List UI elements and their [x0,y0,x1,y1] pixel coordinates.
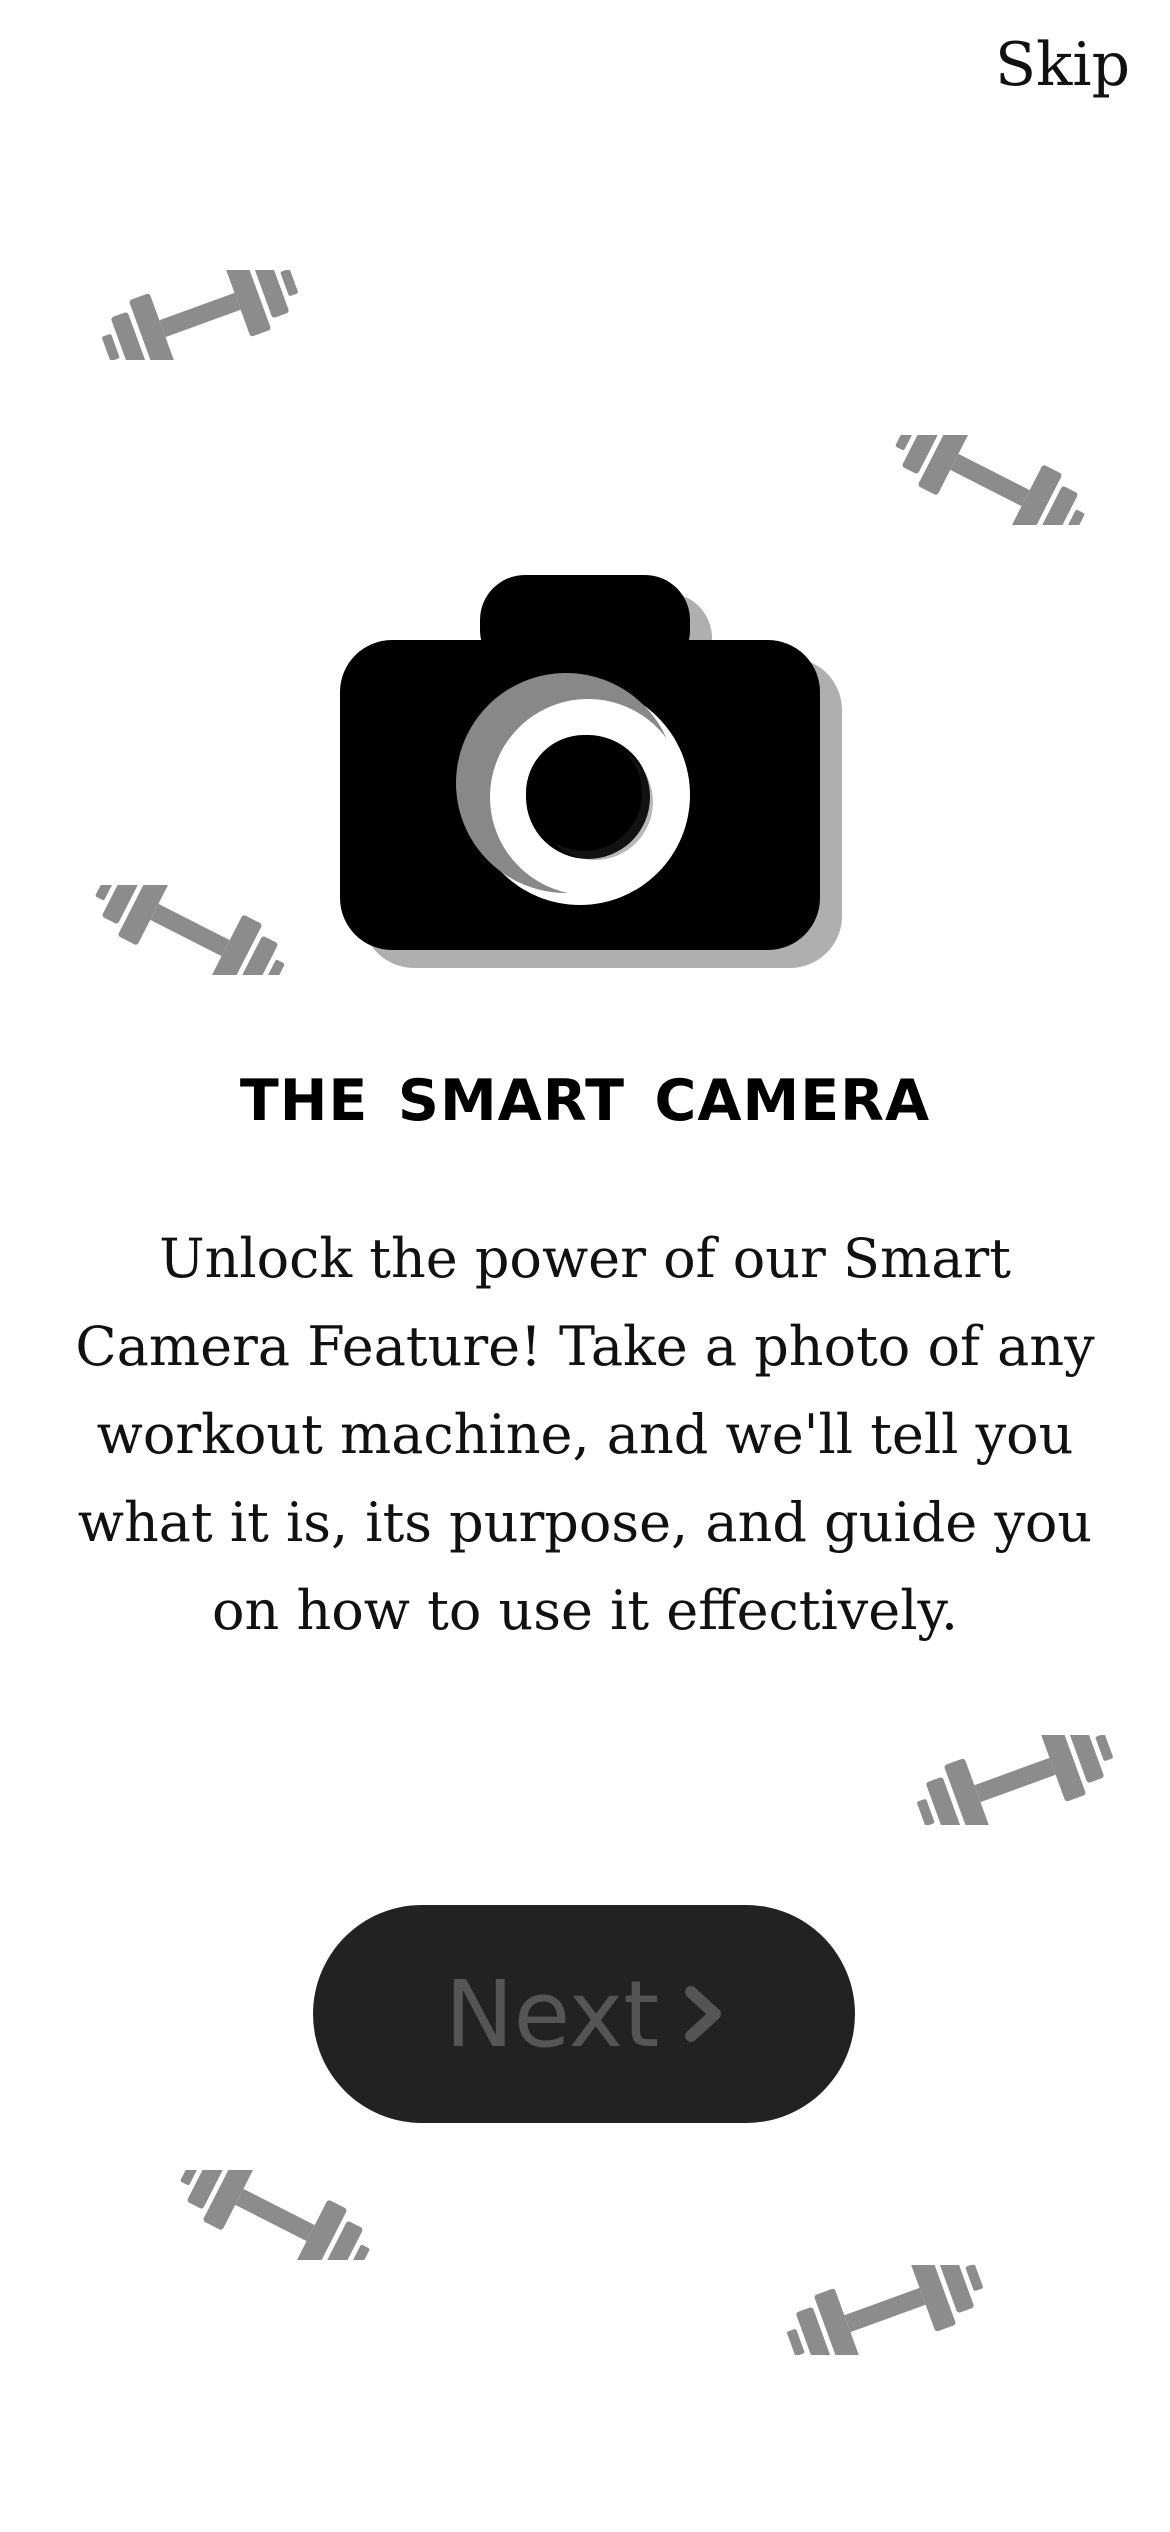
next-button[interactable]: Next [313,1905,855,2123]
page-title: The Smart Camera [239,1045,931,1140]
dumbbell-icon [170,2170,380,2260]
skip-button[interactable]: Skip [995,30,1130,100]
feature-description: Unlock the power of our Smart Camera Fea… [75,1227,1095,1642]
dumbbell-icon [910,1735,1120,1825]
dumbbell-icon [95,270,305,360]
dumbbell-icon [85,885,295,975]
chevron-right-icon [685,1986,722,2042]
camera-icon [340,575,842,968]
next-button-label: Next [444,1960,660,2068]
dumbbell-icon [885,435,1095,525]
dumbbell-icon [780,2265,990,2355]
